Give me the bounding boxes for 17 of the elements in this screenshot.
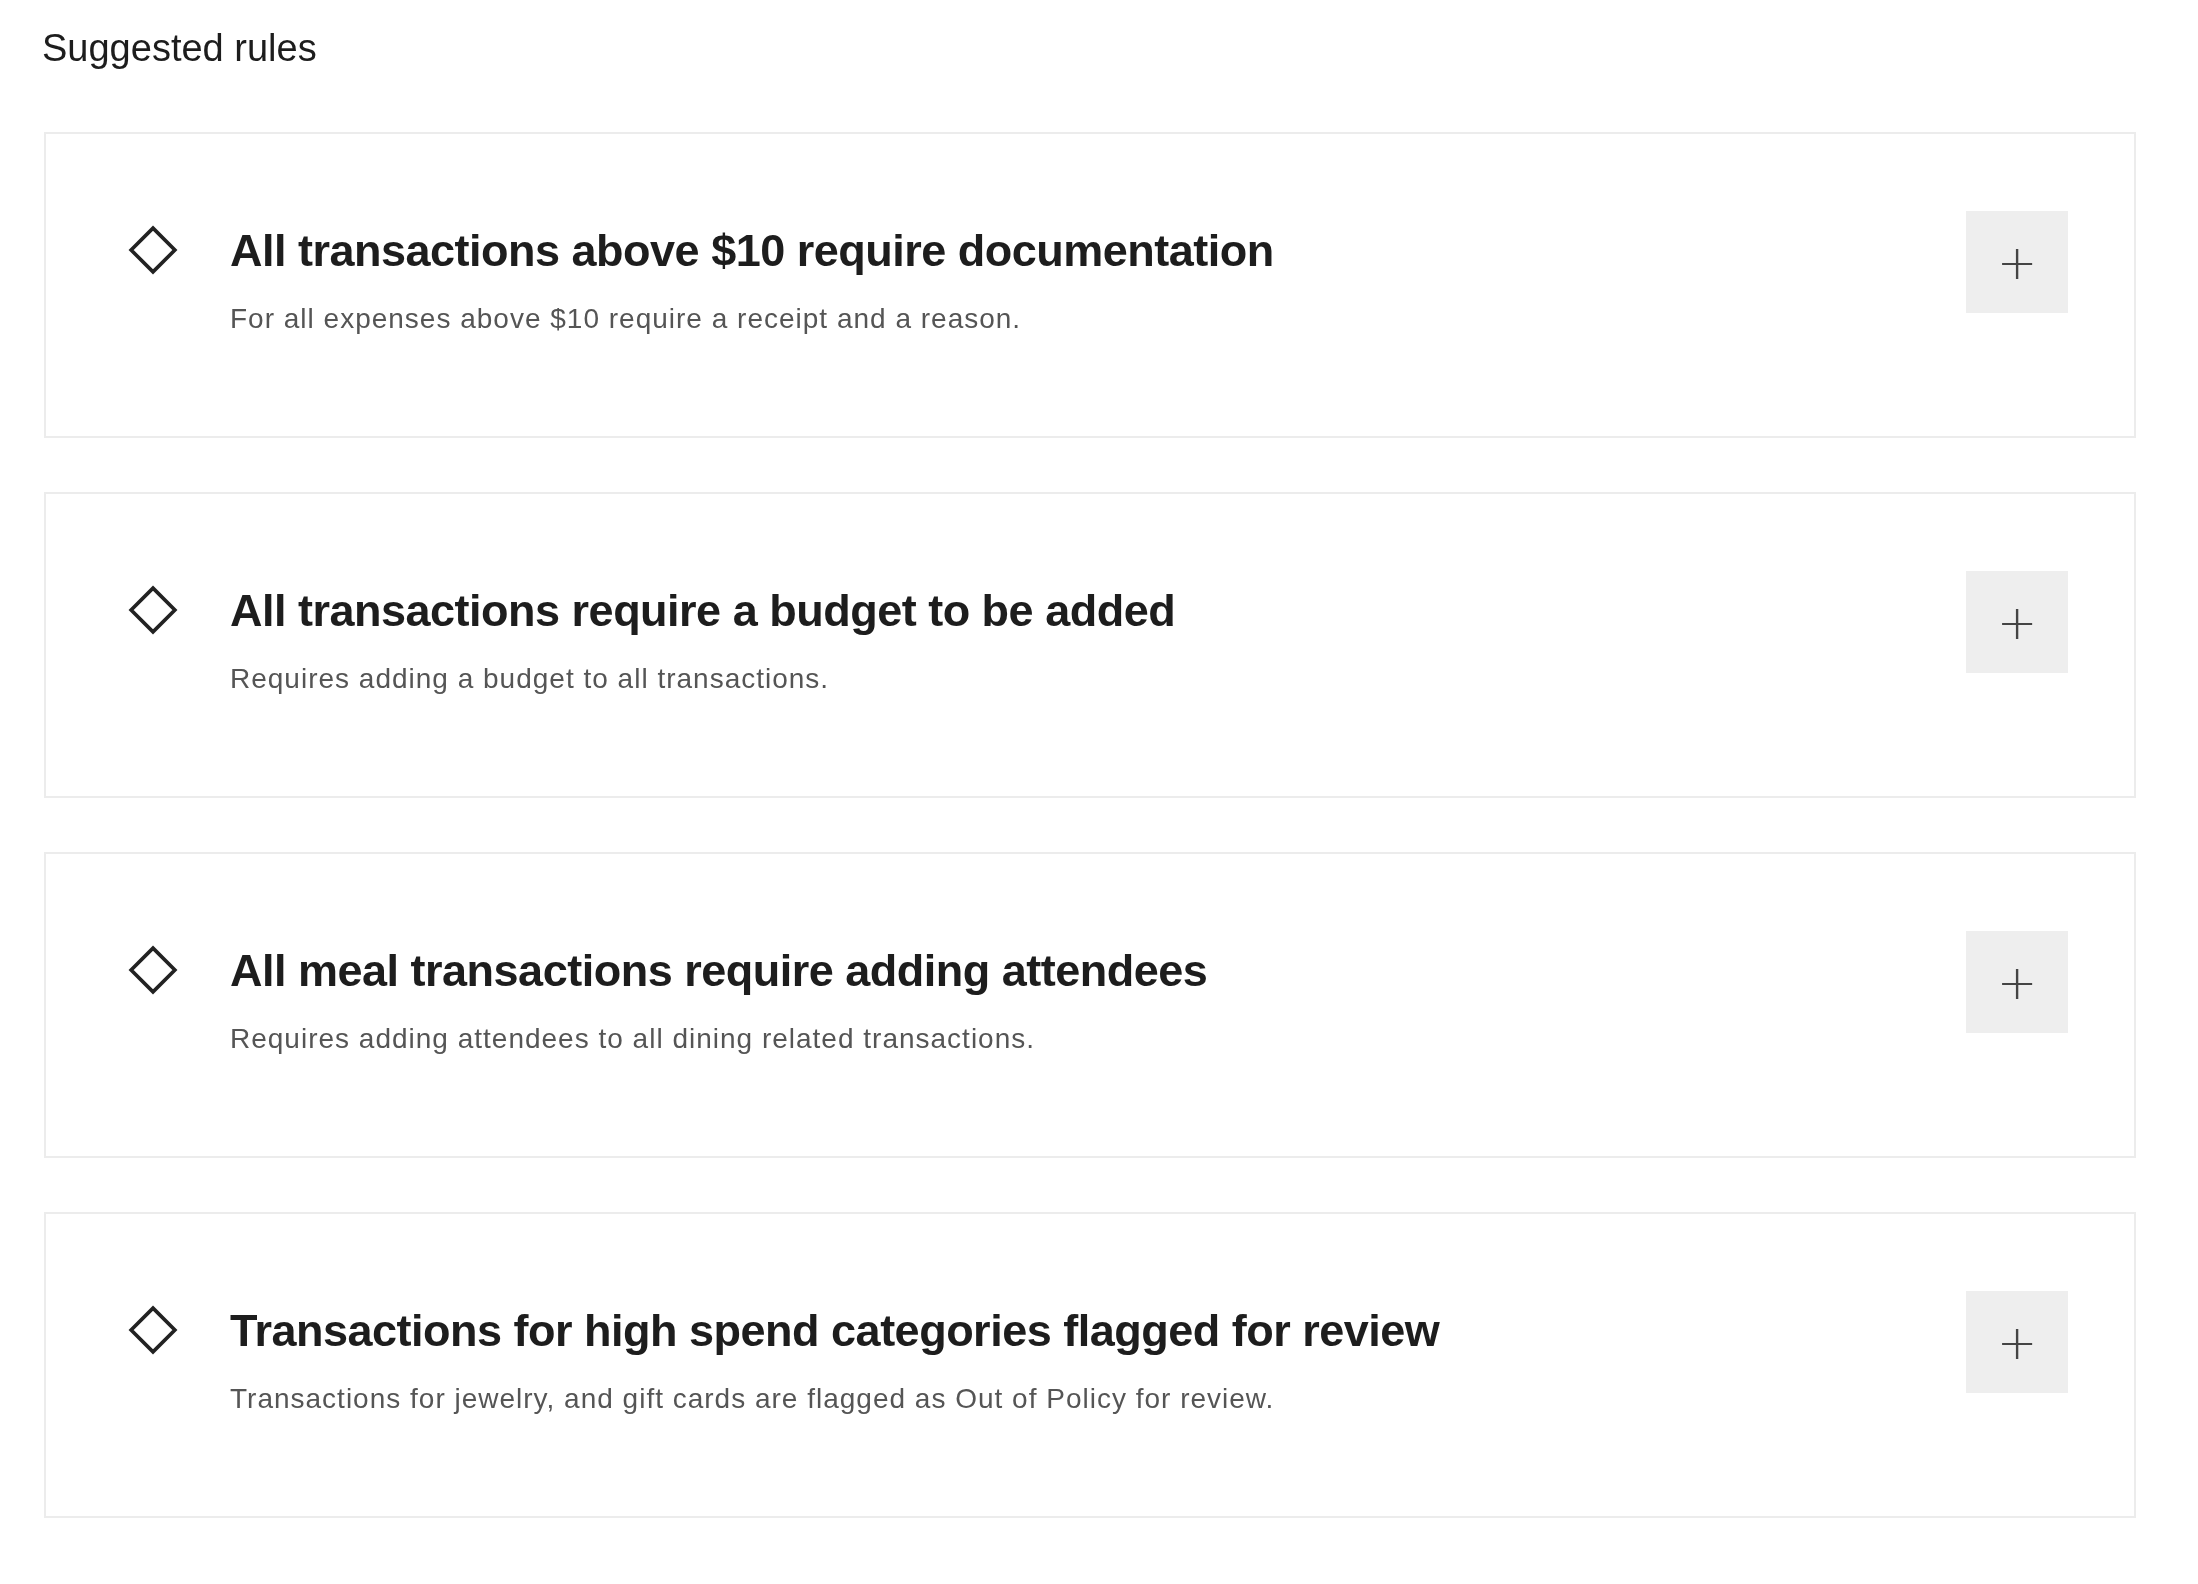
diamond-icon bbox=[128, 585, 178, 635]
diamond-icon bbox=[128, 225, 178, 275]
rule-title: All transactions above $10 require documentation bbox=[230, 224, 1275, 278]
add-rule-button[interactable]: + bbox=[1966, 931, 2068, 1033]
add-rule-button[interactable]: + bbox=[1966, 211, 2068, 313]
rule-title: Transactions for high spend categories flagged for review bbox=[230, 1304, 1441, 1358]
diamond-icon bbox=[128, 945, 178, 995]
rule-description: Requires adding attendees to all dining related transactions. bbox=[230, 1023, 1037, 1055]
section-heading: Suggested rules bbox=[42, 26, 318, 71]
add-rule-button[interactable]: + bbox=[1966, 571, 2068, 673]
rule-title: All transactions require a budget to be added bbox=[230, 584, 1177, 638]
rule-description: For all expenses above $10 require a receipt and a reason. bbox=[230, 303, 1023, 335]
diamond-icon bbox=[128, 1305, 178, 1355]
add-rule-button[interactable]: + bbox=[1966, 1291, 2068, 1393]
rule-title: All meal transactions require adding attendees bbox=[230, 944, 1209, 998]
rule-description: Transactions for jewelry, and gift cards are flagged as Out of Policy for review. bbox=[230, 1383, 1276, 1415]
rule-description: Requires adding a budget to all transactions. bbox=[230, 663, 831, 695]
